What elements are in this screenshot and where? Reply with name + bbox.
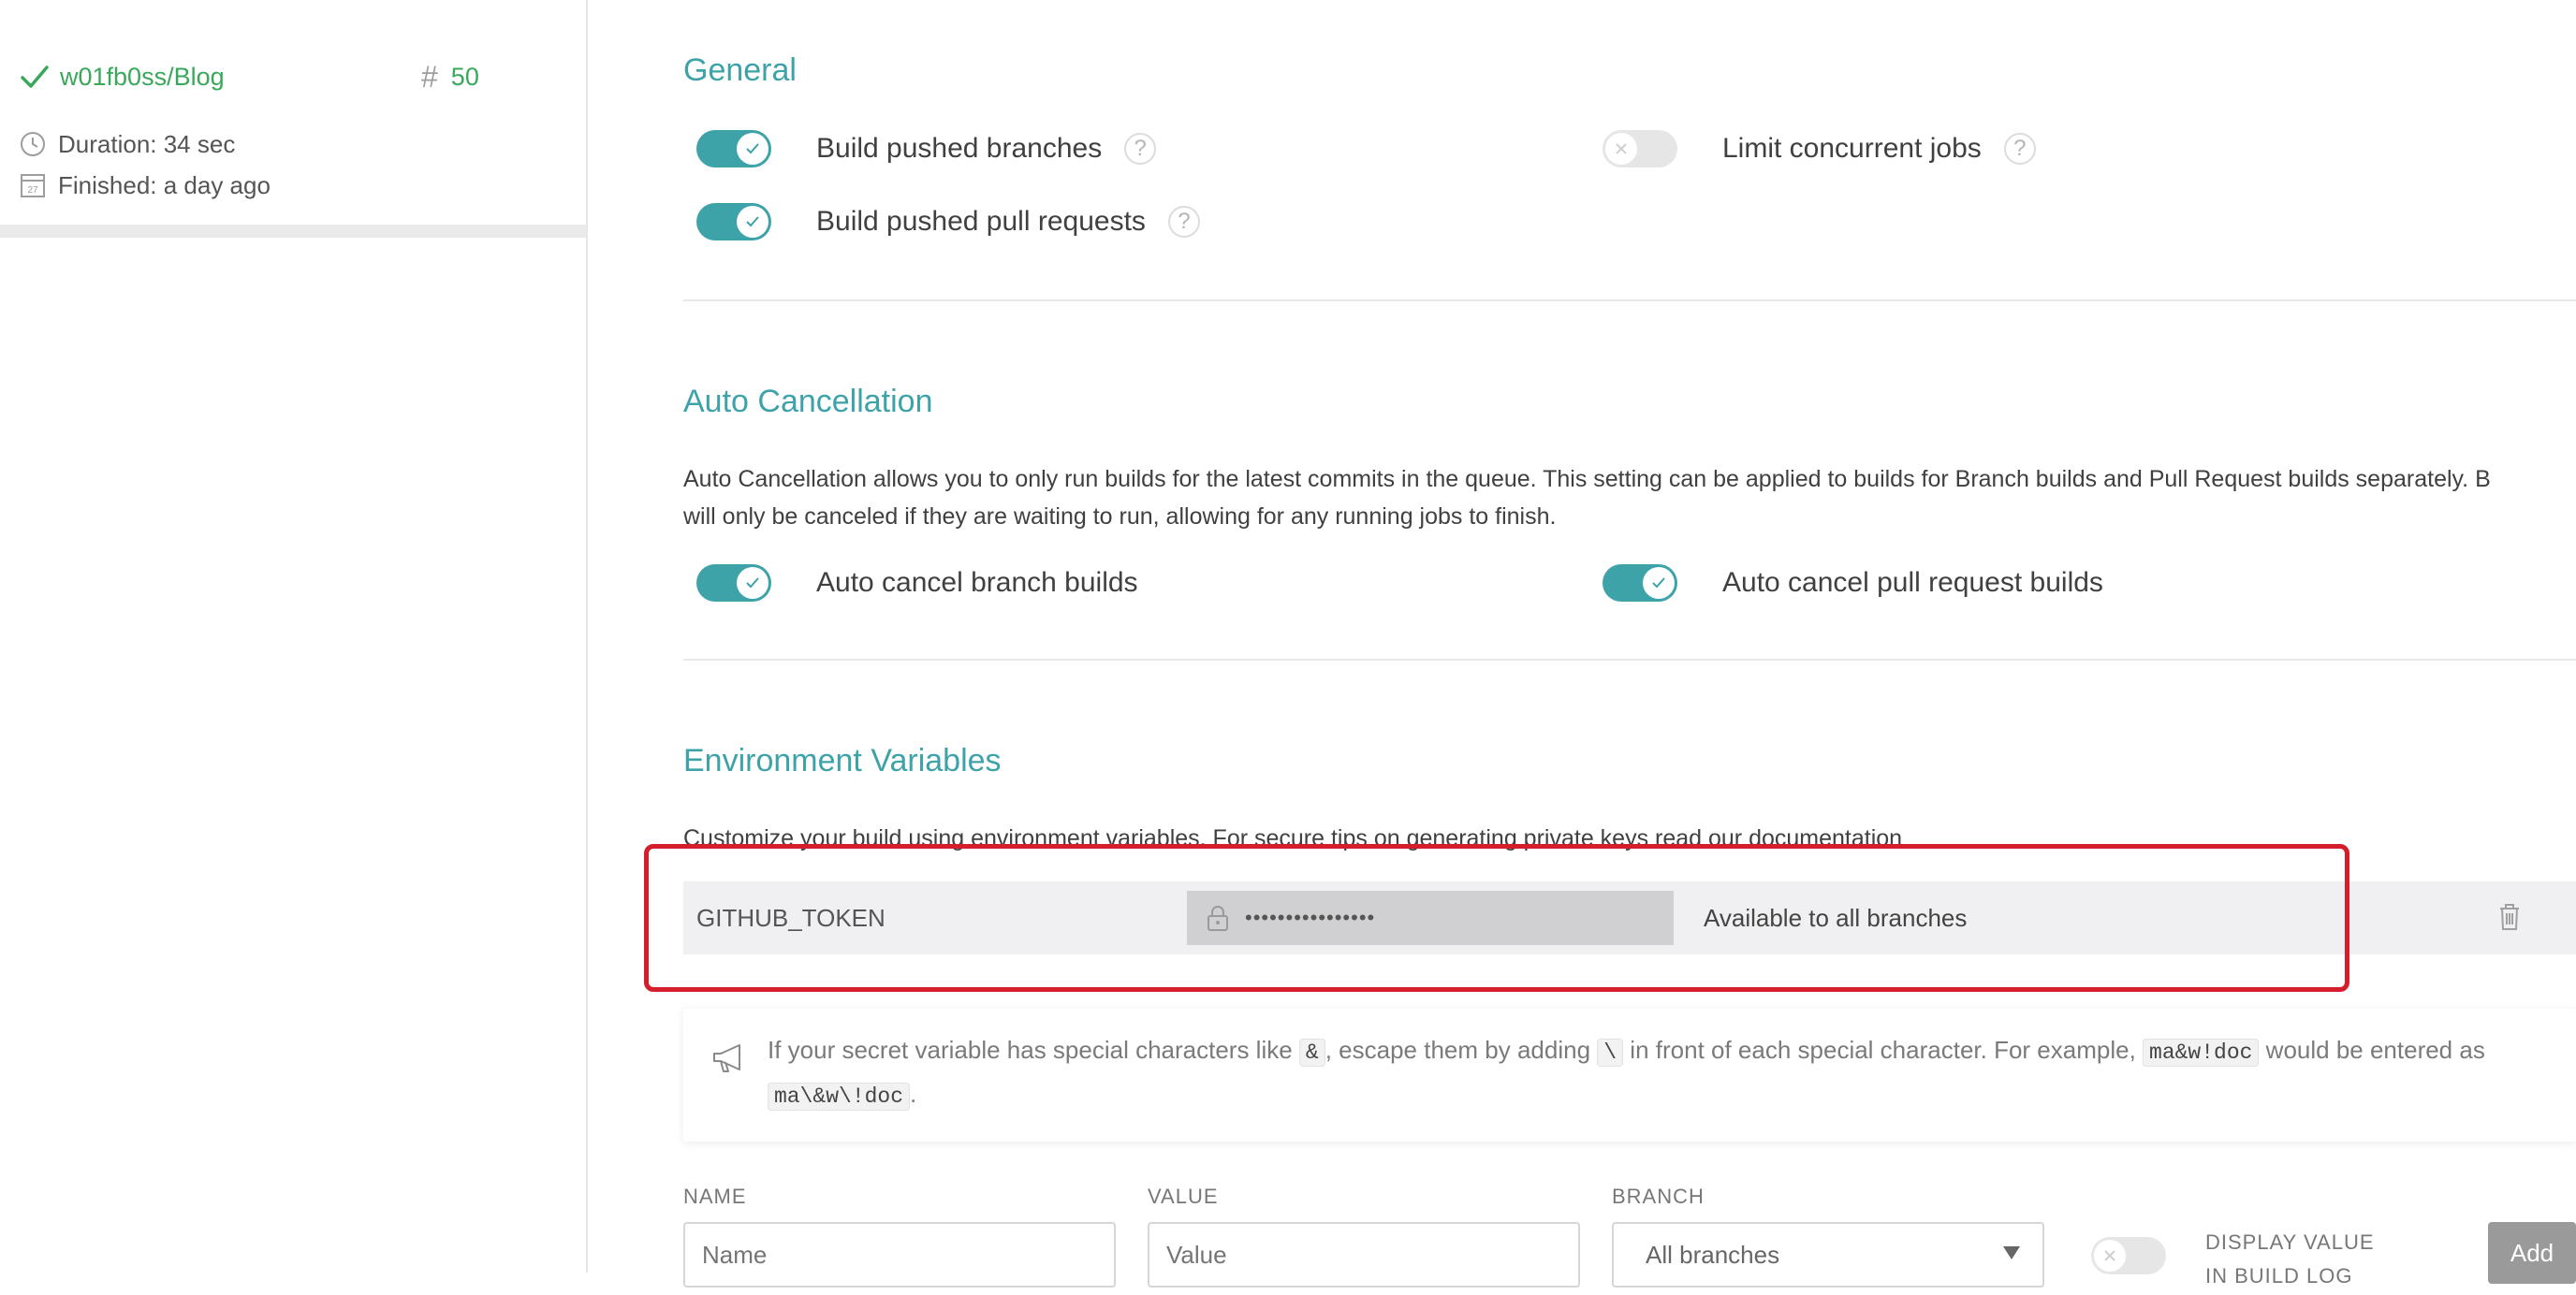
notice-part2: , escape them by adding xyxy=(1325,1036,1598,1064)
build-sidebar: w01fb0ss/Blog # 50 Duration: 34 sec 27 F… xyxy=(0,0,588,1273)
branch-label: BRANCH xyxy=(1612,1185,1705,1208)
check-icon xyxy=(746,216,759,227)
auto-cancel-branch-toggle[interactable] xyxy=(696,564,771,602)
name-label: NAME xyxy=(683,1185,747,1208)
general-title: General xyxy=(683,52,797,88)
notice-code-ampersand: & xyxy=(1298,1039,1325,1067)
auto-cancellation-description-line1: Auto Cancellation allows you to only run… xyxy=(683,466,2491,492)
notice-part4: would be entered as xyxy=(2259,1036,2485,1064)
auto-cancel-pr-label: Auto cancel pull request builds xyxy=(1722,567,2103,598)
clock-icon xyxy=(21,132,45,156)
build-number[interactable]: # 50 xyxy=(421,58,479,95)
hash-icon: # xyxy=(421,59,438,94)
close-icon xyxy=(1616,143,1627,154)
display-value-toggle[interactable] xyxy=(2091,1237,2166,1274)
build-pushed-pull-requests-label: Build pushed pull requests xyxy=(816,206,1146,237)
notice-part5: . xyxy=(910,1080,917,1108)
build-pushed-branches-toggle[interactable] xyxy=(696,130,771,167)
check-icon xyxy=(1652,577,1665,589)
section-divider xyxy=(683,299,2576,301)
build-summary-row: w01fb0ss/Blog # 50 xyxy=(19,58,505,95)
trash-icon[interactable] xyxy=(2497,902,2522,932)
branch-select[interactable]: All branches xyxy=(1612,1222,2044,1288)
help-icon[interactable]: ? xyxy=(1167,206,1200,238)
help-icon[interactable]: ? xyxy=(2003,133,2036,165)
branch-select-value: All branches xyxy=(1646,1240,1780,1269)
auto-cancel-branch-setting: Auto cancel branch builds xyxy=(696,560,1138,606)
caret-down-icon xyxy=(2003,1246,2020,1259)
highlight-box xyxy=(644,844,2349,992)
calendar-icon: 27 xyxy=(21,174,45,197)
close-icon xyxy=(2104,1250,2115,1261)
calendar-day: 27 xyxy=(27,185,38,196)
duration-row: Duration: 34 sec xyxy=(19,127,235,161)
build-pushed-pull-requests-setting: Build pushed pull requests ? xyxy=(696,198,1200,245)
value-input[interactable] xyxy=(1148,1222,1580,1288)
notice-text: If your secret variable has special char… xyxy=(768,1029,2527,1117)
auto-cancel-pr-setting: Auto cancel pull request builds xyxy=(1603,560,2103,606)
env-vars-title: Environment Variables xyxy=(683,743,1002,778)
limit-concurrent-jobs-label: Limit concurrent jobs xyxy=(1722,133,1982,164)
finished-text: Finished: a day ago xyxy=(58,170,271,199)
value-label: VALUE xyxy=(1148,1185,1219,1208)
name-input[interactable] xyxy=(683,1222,1116,1288)
section-divider xyxy=(683,659,2576,661)
check-icon xyxy=(21,65,49,88)
megaphone-icon xyxy=(713,1044,740,1072)
display-value-label: DISPLAY VALUE IN BUILD LOG xyxy=(2205,1230,2375,1288)
notice-part1: If your secret variable has special char… xyxy=(768,1036,1299,1064)
auto-cancellation-title: Auto Cancellation xyxy=(683,384,933,419)
limit-concurrent-jobs-toggle[interactable] xyxy=(1603,130,1677,167)
build-pushed-branches-setting: Build pushed branches ? xyxy=(696,125,1157,172)
build-pushed-branches-label: Build pushed branches xyxy=(816,133,1103,164)
build-pushed-pull-requests-toggle[interactable] xyxy=(696,203,771,240)
notice-code-escaped: ma\&w\!doc xyxy=(768,1083,911,1111)
add-button[interactable]: Add xyxy=(2488,1222,2576,1284)
notice-code-example: ma&w!doc xyxy=(2143,1039,2260,1067)
build-number-value[interactable]: 50 xyxy=(451,63,479,92)
help-icon[interactable]: ? xyxy=(1124,133,1157,165)
repo-link[interactable]: w01fb0ss/Blog xyxy=(60,63,225,92)
auto-cancel-branch-label: Auto cancel branch builds xyxy=(816,567,1138,598)
check-icon xyxy=(746,143,759,154)
auto-cancel-pr-toggle[interactable] xyxy=(1603,564,1677,602)
notice-code-backslash: \ xyxy=(1597,1039,1624,1067)
sidebar-divider xyxy=(0,225,586,238)
settings-main: General Build pushed branches ? Build pu… xyxy=(644,0,2576,1295)
auto-cancellation-description-line2: will only be canceled if they are waitin… xyxy=(683,503,1557,530)
duration-text: Duration: 34 sec xyxy=(58,129,236,158)
auto-cancellation-description: Auto Cancellation allows you to only run… xyxy=(683,460,2576,535)
finished-row: 27 Finished: a day ago xyxy=(19,168,271,202)
check-icon xyxy=(746,577,759,589)
notice-part3: in front of each special character. For … xyxy=(1623,1036,2144,1064)
limit-concurrent-jobs-setting: Limit concurrent jobs ? xyxy=(1603,125,2036,172)
special-characters-notice: If your secret variable has special char… xyxy=(683,1009,2576,1142)
